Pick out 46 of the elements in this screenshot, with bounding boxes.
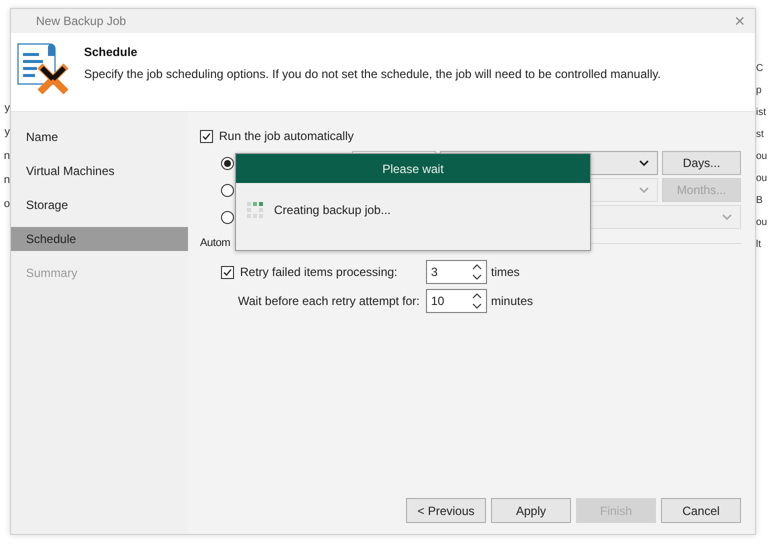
chevron-down-icon — [722, 214, 732, 220]
sidebar-item[interactable]: Storage — [11, 193, 188, 217]
background-text: lt — [756, 238, 762, 252]
background-text: st — [756, 128, 765, 142]
background-text: n — [2, 173, 10, 187]
checkbox-label: Run the job automatically — [219, 128, 354, 145]
background-text: ou — [756, 216, 768, 230]
window-title: New Backup Job — [36, 13, 126, 30]
header-description: Specify the job scheduling options. If you do not set the schedule, the job will need to be controlled manually. — [84, 66, 661, 83]
progress-message: Creating backup job... — [274, 202, 391, 219]
unit-label: minutes — [491, 293, 534, 310]
unit-label: times — [491, 264, 520, 281]
spinner-value: 10 — [431, 293, 444, 310]
chevron-down-icon — [639, 187, 649, 193]
up-down-arrows-icon — [472, 263, 482, 281]
background-text: C — [756, 62, 764, 76]
background-text: ou — [756, 172, 768, 186]
background-text: o — [2, 197, 10, 211]
background-text: n — [2, 149, 10, 163]
background-text: p — [756, 84, 763, 98]
header-title: Schedule — [84, 44, 138, 61]
number-spinner[interactable]: 10 — [426, 289, 487, 313]
checkbox[interactable] — [200, 130, 213, 142]
schedule-button[interactable]: Days... — [662, 151, 741, 175]
section-label: Autom — [200, 236, 230, 251]
background-text: ist — [756, 106, 767, 120]
up-down-arrows-icon — [472, 292, 482, 310]
checkbox[interactable] — [221, 266, 234, 278]
number-spinner[interactable]: 3 — [426, 260, 487, 284]
footer-button[interactable]: < Previous — [406, 498, 486, 523]
background-text: B — [756, 194, 764, 208]
wait-label: Wait before each retry attempt for: — [238, 293, 421, 310]
background-text: ou — [756, 150, 768, 164]
chevron-down-icon — [639, 160, 649, 166]
progress-dialog-title: Please wait — [382, 160, 444, 178]
retry-label: Retry failed items processing: — [240, 264, 398, 281]
sidebar-item[interactable]: Virtual Machines — [11, 159, 188, 183]
loading-dots-icon — [247, 202, 264, 218]
sidebar-item[interactable]: Schedule — [11, 227, 188, 251]
background-text: y — [4, 125, 10, 139]
radio-button[interactable] — [221, 156, 234, 170]
footer-button[interactable]: Apply — [491, 498, 571, 523]
footer-button[interactable]: Cancel — [661, 498, 741, 523]
spinner-value: 3 — [431, 264, 438, 281]
sidebar-item[interactable]: Name — [11, 125, 188, 149]
background-text: y — [4, 101, 10, 115]
